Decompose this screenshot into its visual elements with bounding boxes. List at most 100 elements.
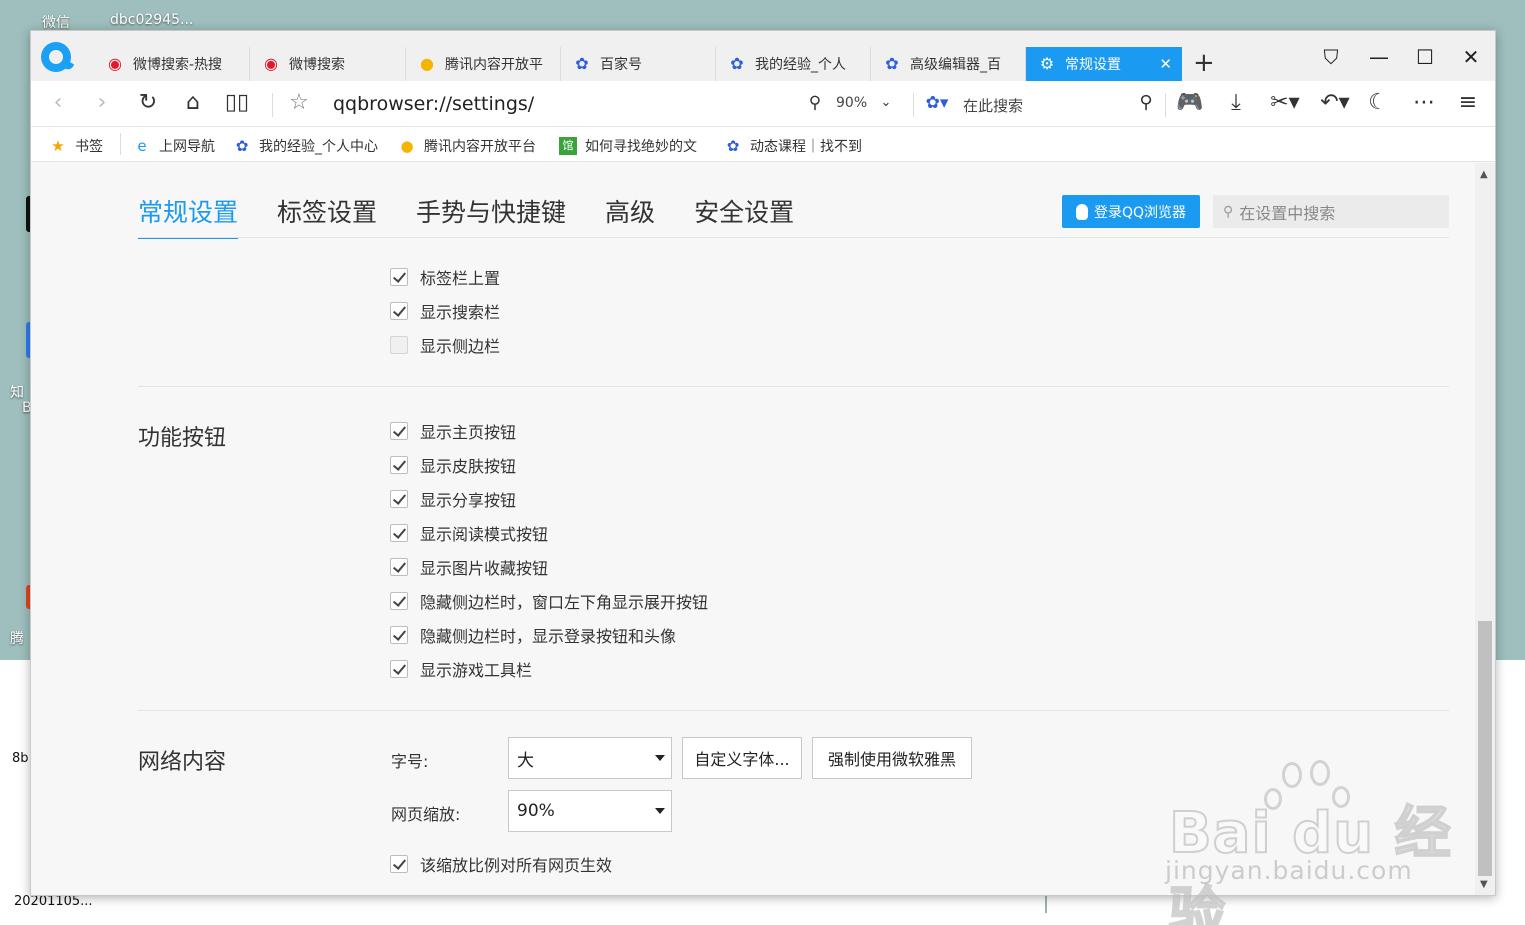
checkbox-show-image-collect[interactable]: 显示图片收藏按钮 bbox=[390, 555, 548, 579]
checkbox-show-reading-mode[interactable]: 显示阅读模式按钮 bbox=[390, 521, 548, 545]
settings-tab-general[interactable]: 常规设置 bbox=[138, 193, 239, 239]
download-icon[interactable]: ⤓ bbox=[1221, 90, 1251, 116]
bookmark-nav[interactable]: e 上网导航 bbox=[133, 136, 215, 156]
search-icon: ⚲ bbox=[1223, 203, 1234, 220]
night-mode-icon[interactable]: ☾ bbox=[1363, 90, 1393, 116]
settings-tab-gestures[interactable]: 手势与快捷键 bbox=[416, 193, 566, 239]
settings-tab-tabs[interactable]: 标签设置 bbox=[277, 193, 377, 239]
checkbox[interactable] bbox=[390, 626, 408, 644]
scroll-up-icon[interactable]: ▲ bbox=[1480, 169, 1488, 180]
checkbox[interactable] bbox=[390, 558, 408, 576]
search-engine-icon[interactable]: ✿▾ bbox=[919, 90, 955, 116]
undo-close-icon[interactable]: ↶▾ bbox=[1315, 90, 1355, 116]
address-bar[interactable]: qqbrowser://settings/ bbox=[333, 93, 534, 115]
section-divider bbox=[138, 710, 1449, 711]
favorite-star-icon[interactable]: ☆ bbox=[284, 90, 314, 116]
section-divider bbox=[138, 386, 1449, 387]
menu-icon[interactable]: ≡ bbox=[1453, 90, 1483, 116]
close-tab-icon[interactable]: ✕ bbox=[1159, 55, 1172, 73]
new-tab-button[interactable]: + bbox=[1193, 49, 1215, 77]
desktop-divider bbox=[1045, 893, 1047, 913]
settings-tab-security[interactable]: 安全设置 bbox=[694, 193, 794, 239]
bookmark-course[interactable]: ✿ 动态课程｜找不到 bbox=[724, 136, 874, 156]
dropdown-caret-icon bbox=[655, 808, 665, 814]
scroll-down-icon[interactable]: ▼ bbox=[1480, 879, 1488, 890]
close-window-icon[interactable]: ✕ bbox=[1456, 45, 1486, 69]
tab-general-settings[interactable]: ⚙ 常规设置 ✕ bbox=[1026, 47, 1182, 81]
maximize-icon[interactable]: ☐ bbox=[1410, 45, 1440, 69]
checkbox[interactable] bbox=[390, 524, 408, 542]
tab-tencent-platform[interactable]: ● 腾讯内容开放平 bbox=[406, 47, 561, 81]
baidu-paw-icon: ✿ bbox=[235, 137, 249, 155]
tab-bar: ◉ 微博搜索-热搜 ◉ 微博搜索 ● 腾讯内容开放平 ✿ 百家号 ✿ 我的经验_… bbox=[31, 31, 1495, 81]
vertical-scrollbar[interactable]: ▲ ▼ bbox=[1475, 163, 1495, 895]
font-size-label: 字号: bbox=[391, 752, 429, 771]
tab-advanced-editor[interactable]: ✿ 高级编辑器_百 bbox=[871, 47, 1026, 81]
force-yahei-button[interactable]: 强制使用微软雅黑 bbox=[812, 737, 972, 779]
checkbox[interactable] bbox=[390, 490, 408, 508]
desktop-icon-label[interactable]: 腾 bbox=[10, 628, 24, 648]
checkbox-show-expand-button[interactable]: 隐藏侧边栏时，窗口左下角显示展开按钮 bbox=[390, 589, 708, 613]
back-icon[interactable]: ‹ bbox=[43, 90, 73, 116]
zoom-icon[interactable]: ⚲ bbox=[805, 90, 825, 116]
baidu-paw-icon: ✿ bbox=[885, 54, 899, 73]
baidu-paw-icon: ✿ bbox=[575, 54, 589, 73]
scrollbar-thumb[interactable] bbox=[1478, 621, 1492, 876]
checkbox-show-login-avatar[interactable]: 隐藏侧边栏时，显示登录按钮和头像 bbox=[390, 623, 676, 647]
navigation-toolbar: ‹ › ↻ ⌂ ▯▯ ☆ qqbrowser://settings/ ⚲ 90%… bbox=[31, 81, 1495, 127]
settings-search-input[interactable]: ⚲ 在设置中搜索 bbox=[1213, 195, 1449, 228]
bookmark-find-article[interactable]: 馆 如何寻找绝妙的文 bbox=[559, 136, 709, 156]
checkbox-show-share[interactable]: 显示分享按钮 bbox=[390, 487, 516, 511]
checkbox-show-game-toolbar[interactable]: 显示游戏工具栏 bbox=[390, 657, 532, 681]
game-icon[interactable]: 🎮 bbox=[1175, 90, 1205, 116]
font-size-select[interactable]: 大 bbox=[508, 737, 672, 779]
forward-icon[interactable]: › bbox=[87, 90, 117, 116]
checkbox[interactable] bbox=[390, 592, 408, 610]
reading-mode-icon[interactable]: ▯▯ bbox=[222, 90, 252, 116]
checkbox[interactable] bbox=[390, 456, 408, 474]
checkbox-zoom-all-pages[interactable]: 该缩放比例对所有网页生效 bbox=[390, 852, 612, 876]
tab-my-experience[interactable]: ✿ 我的经验_个人 bbox=[716, 47, 871, 81]
checkbox-show-sidebar[interactable]: 显示侧边栏 bbox=[390, 333, 500, 357]
page-zoom-label: 网页缩放: bbox=[391, 805, 461, 824]
baidu-paw-icon: ✿ bbox=[730, 54, 744, 73]
search-icon[interactable]: ⚲ bbox=[1131, 90, 1161, 116]
checkbox[interactable] bbox=[390, 336, 408, 354]
checkbox[interactable] bbox=[390, 660, 408, 678]
desktop-icon-label-wechat[interactable]: 微信 bbox=[42, 12, 70, 32]
checkbox[interactable] bbox=[390, 268, 408, 286]
tab-baijiahao[interactable]: ✿ 百家号 bbox=[561, 47, 716, 81]
more-icon[interactable]: ⋯ bbox=[1409, 90, 1439, 116]
desktop-icon-label-file[interactable]: dbc02945... bbox=[110, 12, 193, 28]
tab-weibo-search[interactable]: ◉ 微博搜索 bbox=[250, 47, 406, 81]
zoom-dropdown-icon[interactable]: ⌄ bbox=[871, 90, 901, 116]
desktop-icon-label[interactable]: 知 bbox=[10, 382, 24, 402]
checkbox-show-skin[interactable]: 显示皮肤按钮 bbox=[390, 453, 516, 477]
custom-font-button[interactable]: 自定义字体... bbox=[682, 737, 802, 779]
home-icon[interactable]: ⌂ bbox=[178, 90, 208, 116]
minimize-icon[interactable]: — bbox=[1364, 45, 1394, 69]
login-qq-browser-button[interactable]: 登录QQ浏览器 bbox=[1062, 195, 1200, 228]
desktop-icon-label[interactable]: 20201105... bbox=[14, 894, 93, 909]
checkbox-show-home[interactable]: 显示主页按钮 bbox=[390, 419, 516, 443]
bookmark-bookmarks[interactable]: ★ 书签 bbox=[49, 136, 103, 156]
settings-nav: 常规设置 标签设置 手势与快捷键 高级 安全设置 bbox=[138, 193, 833, 239]
desktop-icon-label[interactable]: 8b bbox=[12, 751, 29, 766]
screenshot-icon[interactable]: ✂▾ bbox=[1265, 90, 1305, 116]
skin-icon[interactable]: ⛉ bbox=[1316, 45, 1346, 69]
checkbox-show-searchbar[interactable]: 显示搜索栏 bbox=[390, 299, 500, 323]
bookmark-my-experience[interactable]: ✿ 我的经验_个人中心 bbox=[233, 136, 383, 156]
checkbox[interactable] bbox=[390, 302, 408, 320]
checkbox-tabbar-top[interactable]: 标签栏上置 bbox=[390, 265, 500, 289]
page-zoom-select[interactable]: 90% bbox=[508, 790, 672, 832]
refresh-icon[interactable]: ↻ bbox=[133, 90, 163, 116]
settings-tab-advanced[interactable]: 高级 bbox=[605, 193, 655, 239]
tab-weibo-hot[interactable]: ◉ 微博搜索-热搜 bbox=[94, 47, 250, 81]
ie-icon: e bbox=[137, 137, 147, 155]
checkbox[interactable] bbox=[390, 855, 408, 873]
search-bar[interactable]: 在此搜索 bbox=[963, 95, 1023, 116]
qq-penguin-icon bbox=[1075, 203, 1088, 220]
zoom-level[interactable]: 90% bbox=[836, 95, 867, 111]
checkbox[interactable] bbox=[390, 422, 408, 440]
bookmark-tencent-platform[interactable]: ● 腾讯内容开放平台 bbox=[398, 136, 536, 156]
